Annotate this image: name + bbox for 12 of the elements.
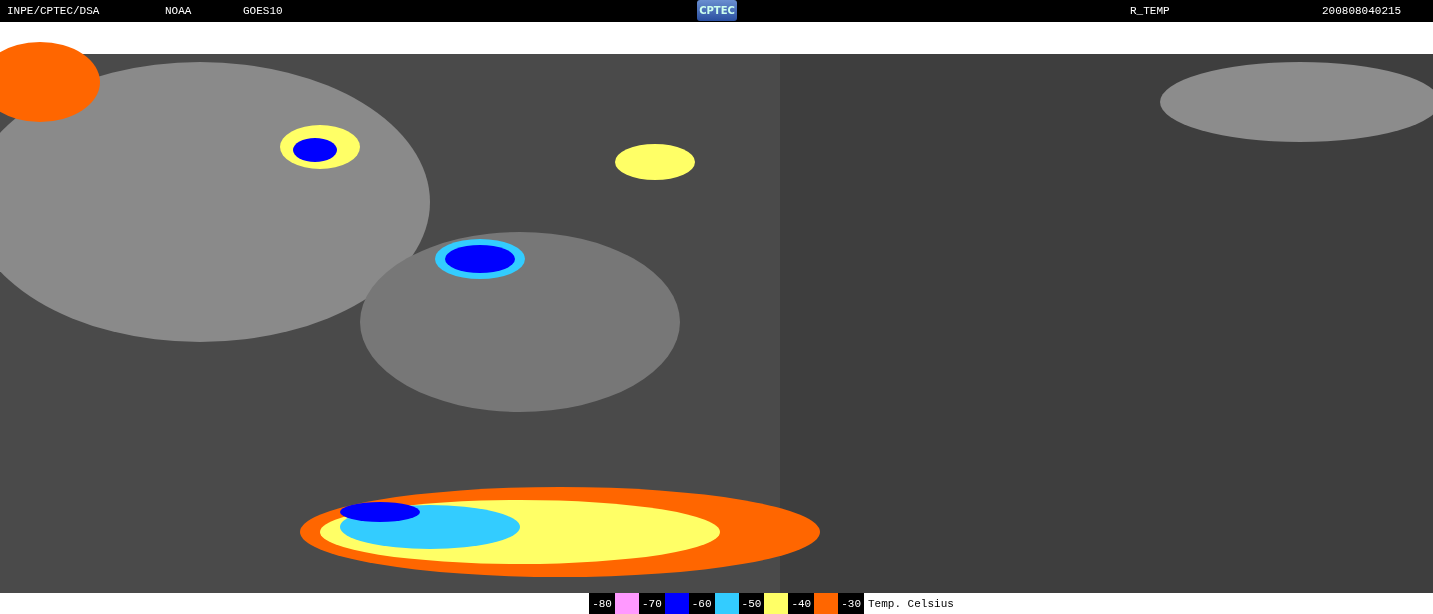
legend-label: -30 (838, 593, 864, 614)
legend-label: -60 (688, 593, 715, 614)
legend-label: -40 (788, 593, 815, 614)
product-label: R_TEMP (1130, 5, 1170, 17)
logo: CPTEC (697, 0, 737, 21)
legend-label: -70 (638, 593, 665, 614)
satellite-label: GOES10 (243, 5, 283, 17)
legend-label: -80 (589, 593, 615, 614)
source-label: INPE/CPTEC/DSA (7, 5, 100, 17)
timestamp-label: 200808040215 (1322, 5, 1402, 17)
legend-label: -50 (738, 593, 765, 614)
agency-label: NOAA (165, 5, 192, 17)
